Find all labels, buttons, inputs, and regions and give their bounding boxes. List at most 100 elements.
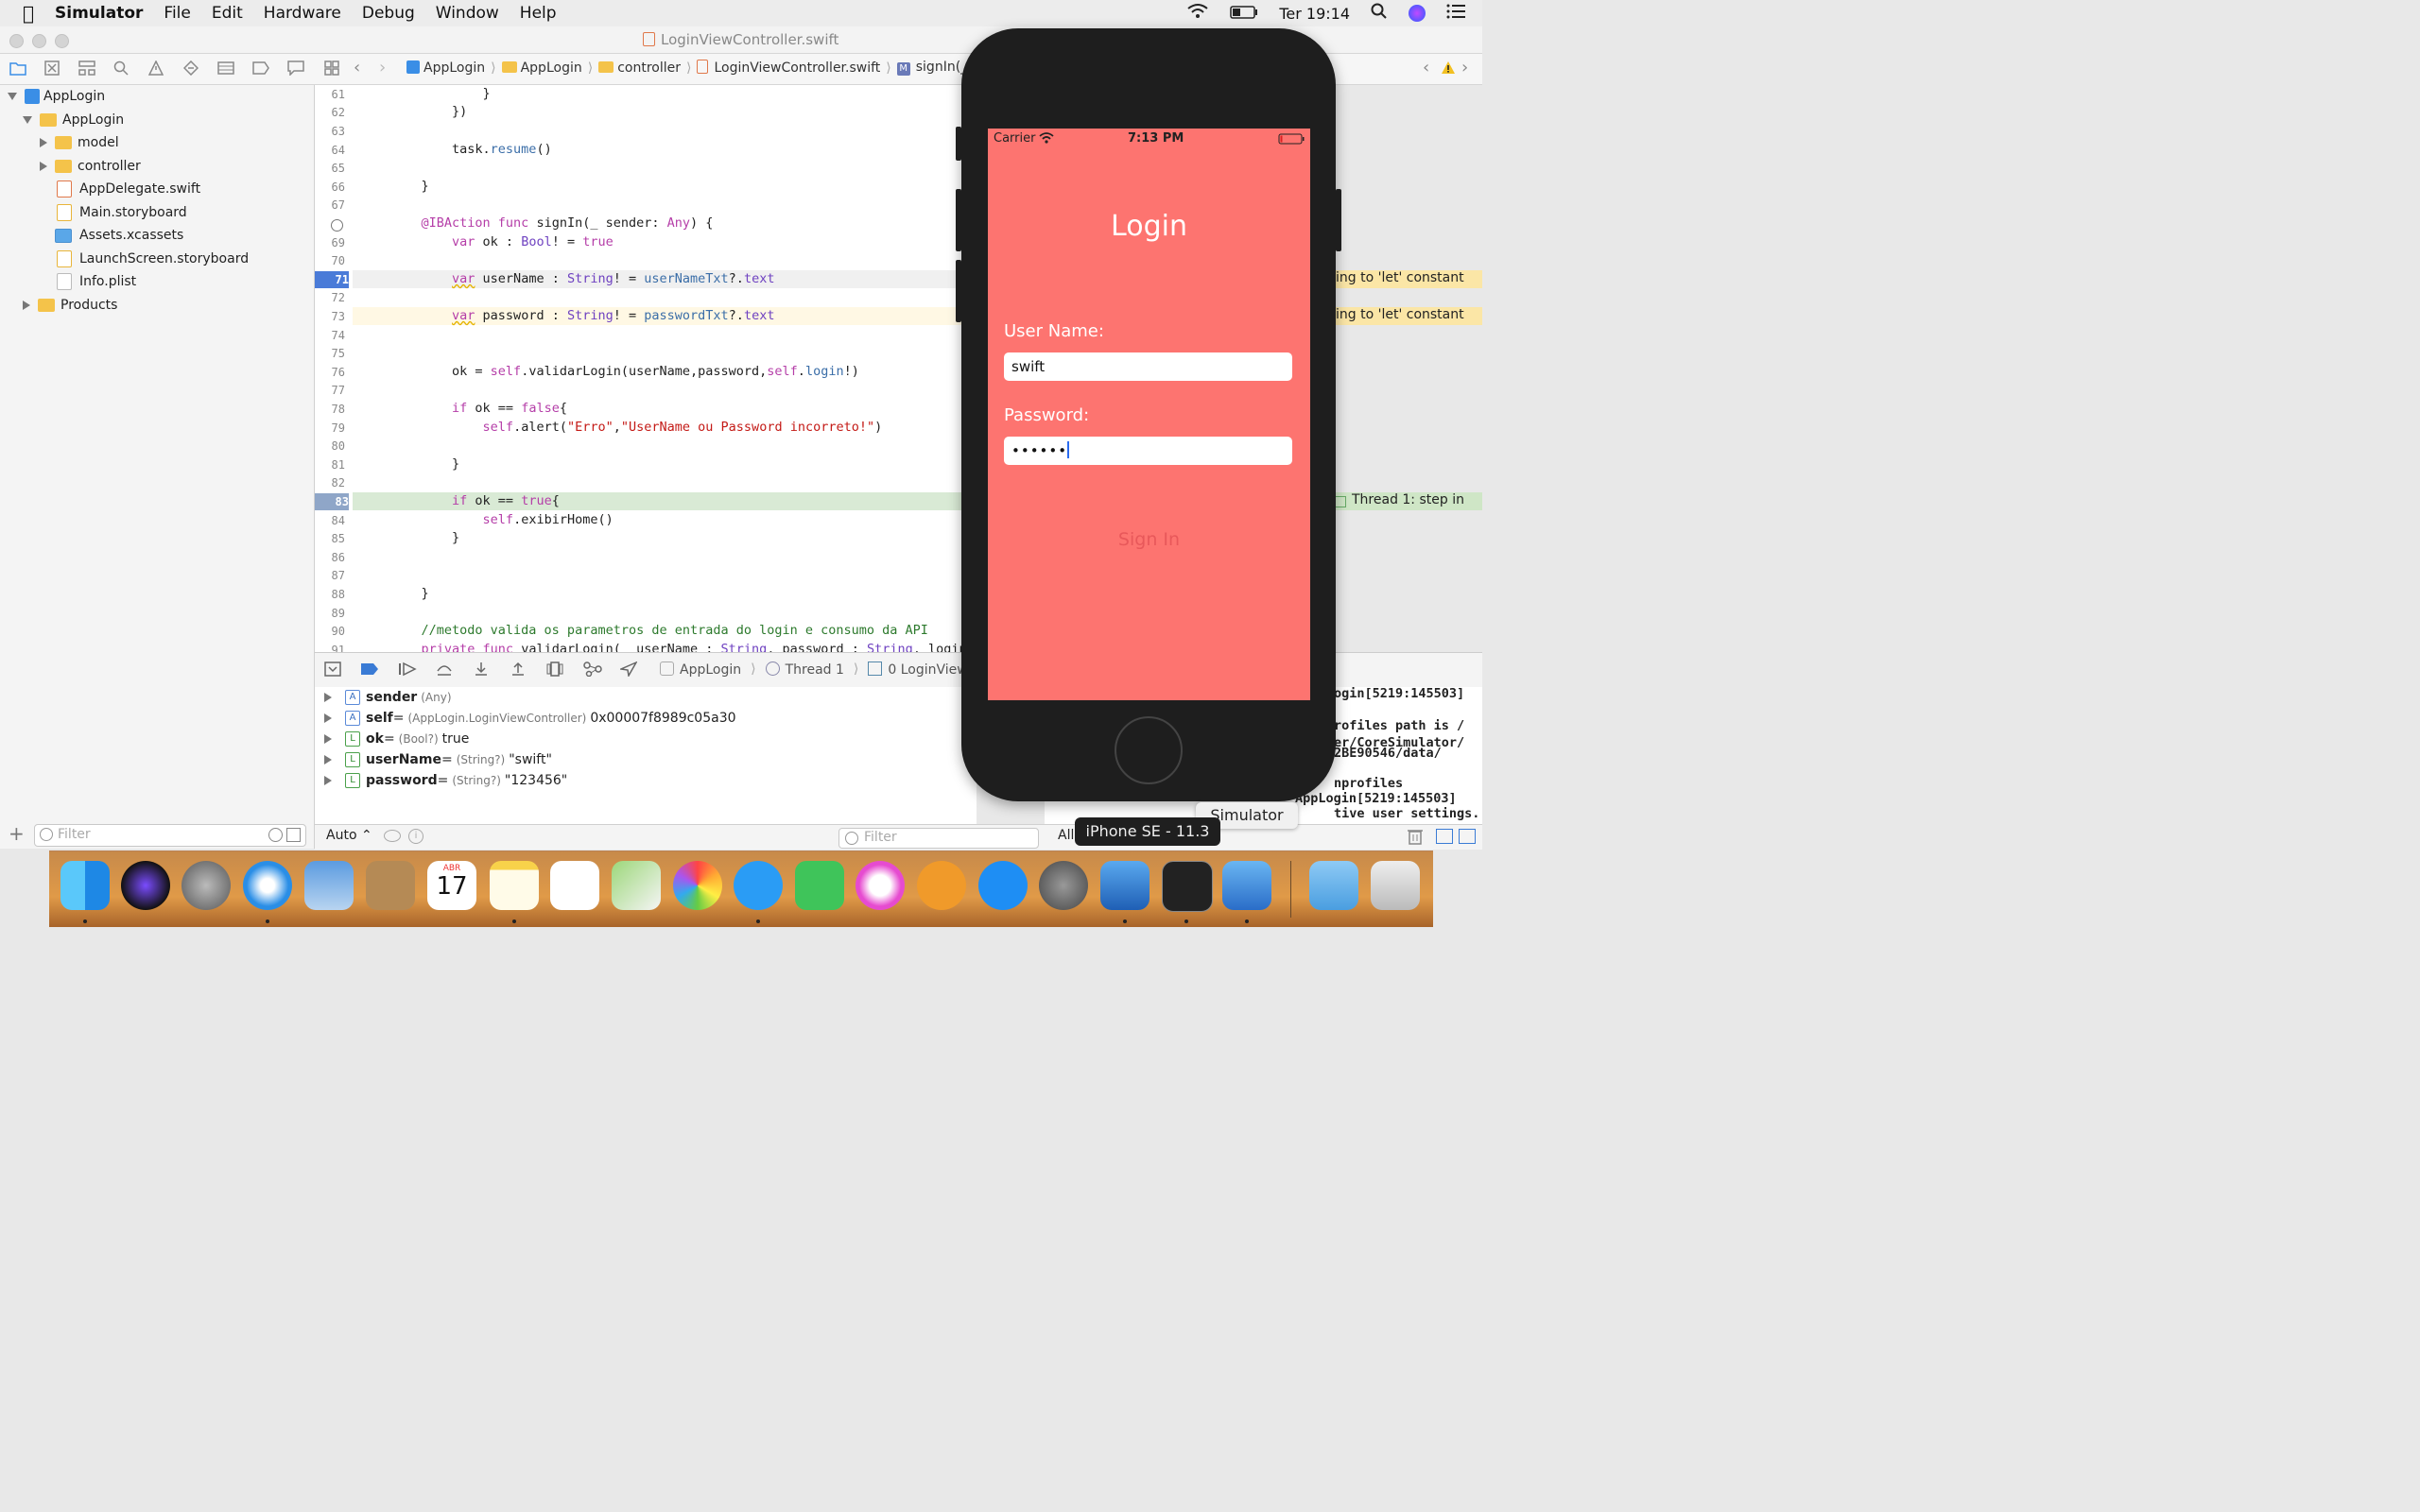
related-items-icon[interactable] <box>324 60 339 79</box>
disclosure-closed-icon[interactable] <box>324 755 332 765</box>
warning-annotation[interactable]: ing to 'let' constant <box>1331 307 1482 325</box>
menu-window[interactable]: Window <box>436 4 499 23</box>
next-issue-icon[interactable]: › <box>1461 58 1468 77</box>
warning-icon[interactable] <box>1441 60 1456 78</box>
breakpoint-navigator-icon[interactable] <box>252 60 269 78</box>
siri-app-icon[interactable] <box>121 861 170 910</box>
debug-crumb-app[interactable]: AppLogin <box>660 662 741 678</box>
apple-icon[interactable]:  <box>23 2 34 25</box>
breakpoints-toggle-icon[interactable] <box>360 662 379 679</box>
debug-navigator-icon[interactable] <box>217 60 234 79</box>
nav-item-appdelegate[interactable]: AppDelegate.swift <box>57 179 200 199</box>
disclosure-closed-icon[interactable] <box>40 162 47 171</box>
xcode-icon[interactable] <box>1100 861 1150 910</box>
nav-item-main-storyboard[interactable]: Main.storyboard <box>57 202 187 223</box>
info-icon[interactable]: i <box>408 829 424 844</box>
step-into-icon[interactable] <box>474 662 489 680</box>
debug-crumb-thread[interactable]: Thread 1 <box>765 662 844 678</box>
password-field[interactable]: •••••• <box>1004 437 1292 465</box>
menu-debug[interactable]: Debug <box>362 4 415 23</box>
variables-filter-input[interactable]: Filter <box>838 828 1039 849</box>
disclosure-open-icon[interactable] <box>8 93 17 100</box>
variable-row[interactable]: L password = (String?) "123456" <box>324 770 567 791</box>
trash-dock-icon[interactable] <box>1371 861 1420 910</box>
nav-item-applogin-group[interactable]: AppLogin <box>23 110 124 130</box>
username-field[interactable]: swift <box>1004 352 1292 381</box>
mute-switch[interactable] <box>956 127 961 161</box>
safari-icon[interactable] <box>243 861 292 910</box>
volume-down-button[interactable] <box>956 260 961 322</box>
system-preferences-icon[interactable] <box>1039 861 1088 910</box>
find-navigator-icon[interactable] <box>113 60 129 79</box>
minimize-window-button[interactable] <box>32 34 46 48</box>
power-button[interactable] <box>1336 189 1341 251</box>
photos-icon[interactable] <box>673 861 722 910</box>
step-over-icon[interactable] <box>436 662 453 680</box>
nav-item-model[interactable]: model <box>40 132 119 153</box>
simulator-app-icon[interactable] <box>1222 861 1271 910</box>
disclosure-closed-icon[interactable] <box>324 713 332 723</box>
warning-annotation[interactable]: ing to 'let' constant <box>1331 270 1482 288</box>
volume-up-button[interactable] <box>956 189 961 251</box>
variables-scope-popup[interactable]: Auto ⌃ <box>326 828 372 843</box>
thread-annotation[interactable]: Thread 1: step in <box>1331 492 1482 510</box>
menu-hardware[interactable]: Hardware <box>264 4 341 23</box>
quick-look-icon[interactable] <box>384 830 401 842</box>
spotlight-icon[interactable] <box>1371 3 1388 24</box>
show-variables-icon[interactable] <box>1436 829 1453 844</box>
nav-item-project[interactable]: AppLogin <box>8 86 105 107</box>
contacts-icon[interactable] <box>366 861 415 910</box>
messages-icon[interactable] <box>734 861 783 910</box>
facetime-icon[interactable] <box>795 861 844 910</box>
nav-item-products[interactable]: Products <box>23 295 117 316</box>
trash-icon[interactable] <box>1408 828 1423 849</box>
variable-row[interactable]: L userName = (String?) "swift" <box>324 749 552 770</box>
show-console-icon[interactable] <box>1459 829 1476 844</box>
report-navigator-icon[interactable] <box>287 60 304 79</box>
variable-row[interactable]: A sender (Any) <box>324 687 456 708</box>
nav-item-controller[interactable]: controller <box>40 156 141 177</box>
clock[interactable]: Ter 19:14 <box>1279 5 1350 23</box>
close-window-button[interactable] <box>9 34 24 48</box>
mail-icon[interactable] <box>304 861 354 910</box>
calendar-icon[interactable]: ABR 17 <box>427 861 476 910</box>
add-file-icon[interactable]: + <box>9 822 25 845</box>
hide-debug-area-icon[interactable] <box>324 662 341 680</box>
finder-icon[interactable] <box>60 861 110 910</box>
source-control-filter-icon[interactable] <box>286 828 301 842</box>
ibaction-connection-icon[interactable] <box>331 219 343 232</box>
zoom-window-button[interactable] <box>55 34 69 48</box>
breadcrumb-file[interactable]: LoginViewController.swift <box>697 60 880 76</box>
disclosure-open-icon[interactable] <box>23 116 32 124</box>
menu-file[interactable]: File <box>164 4 190 23</box>
maps-icon[interactable] <box>612 861 661 910</box>
reminders-icon[interactable] <box>550 861 599 910</box>
notes-icon[interactable] <box>490 861 539 910</box>
disclosure-closed-icon[interactable] <box>324 776 332 785</box>
memory-graph-icon[interactable] <box>583 662 602 680</box>
issue-navigator-icon[interactable] <box>147 60 164 79</box>
breadcrumb-project[interactable]: AppLogin <box>406 60 485 76</box>
nav-item-launchscreen[interactable]: LaunchScreen.storyboard <box>57 249 249 269</box>
test-navigator-icon[interactable] <box>182 60 199 79</box>
battery-icon[interactable] <box>1230 5 1258 23</box>
nav-item-assets[interactable]: Assets.xcassets <box>55 225 183 246</box>
itunes-icon[interactable] <box>856 861 905 910</box>
siri-icon[interactable] <box>1409 5 1426 22</box>
disclosure-closed-icon[interactable] <box>324 693 332 702</box>
forward-arrow-icon[interactable]: › <box>379 58 386 77</box>
nav-item-infoplist[interactable]: Info.plist <box>57 271 136 292</box>
variable-row[interactable]: L ok = (Bool?) true <box>324 729 469 749</box>
simulate-location-icon[interactable] <box>618 661 638 680</box>
home-button[interactable] <box>1115 716 1183 784</box>
view-hierarchy-icon[interactable] <box>546 662 563 680</box>
wifi-icon[interactable] <box>1186 3 1209 24</box>
step-out-icon[interactable] <box>510 662 526 680</box>
source-control-navigator-icon[interactable] <box>44 60 60 79</box>
continue-icon[interactable] <box>398 662 417 680</box>
disclosure-closed-icon[interactable] <box>23 301 30 310</box>
variable-row[interactable]: A self = (AppLogin.LoginViewController) … <box>324 708 736 729</box>
previous-issue-icon[interactable]: ‹ <box>1423 58 1429 77</box>
breadcrumb-controller[interactable]: controller <box>598 60 681 76</box>
console-output-popup[interactable]: All <box>1058 828 1074 843</box>
